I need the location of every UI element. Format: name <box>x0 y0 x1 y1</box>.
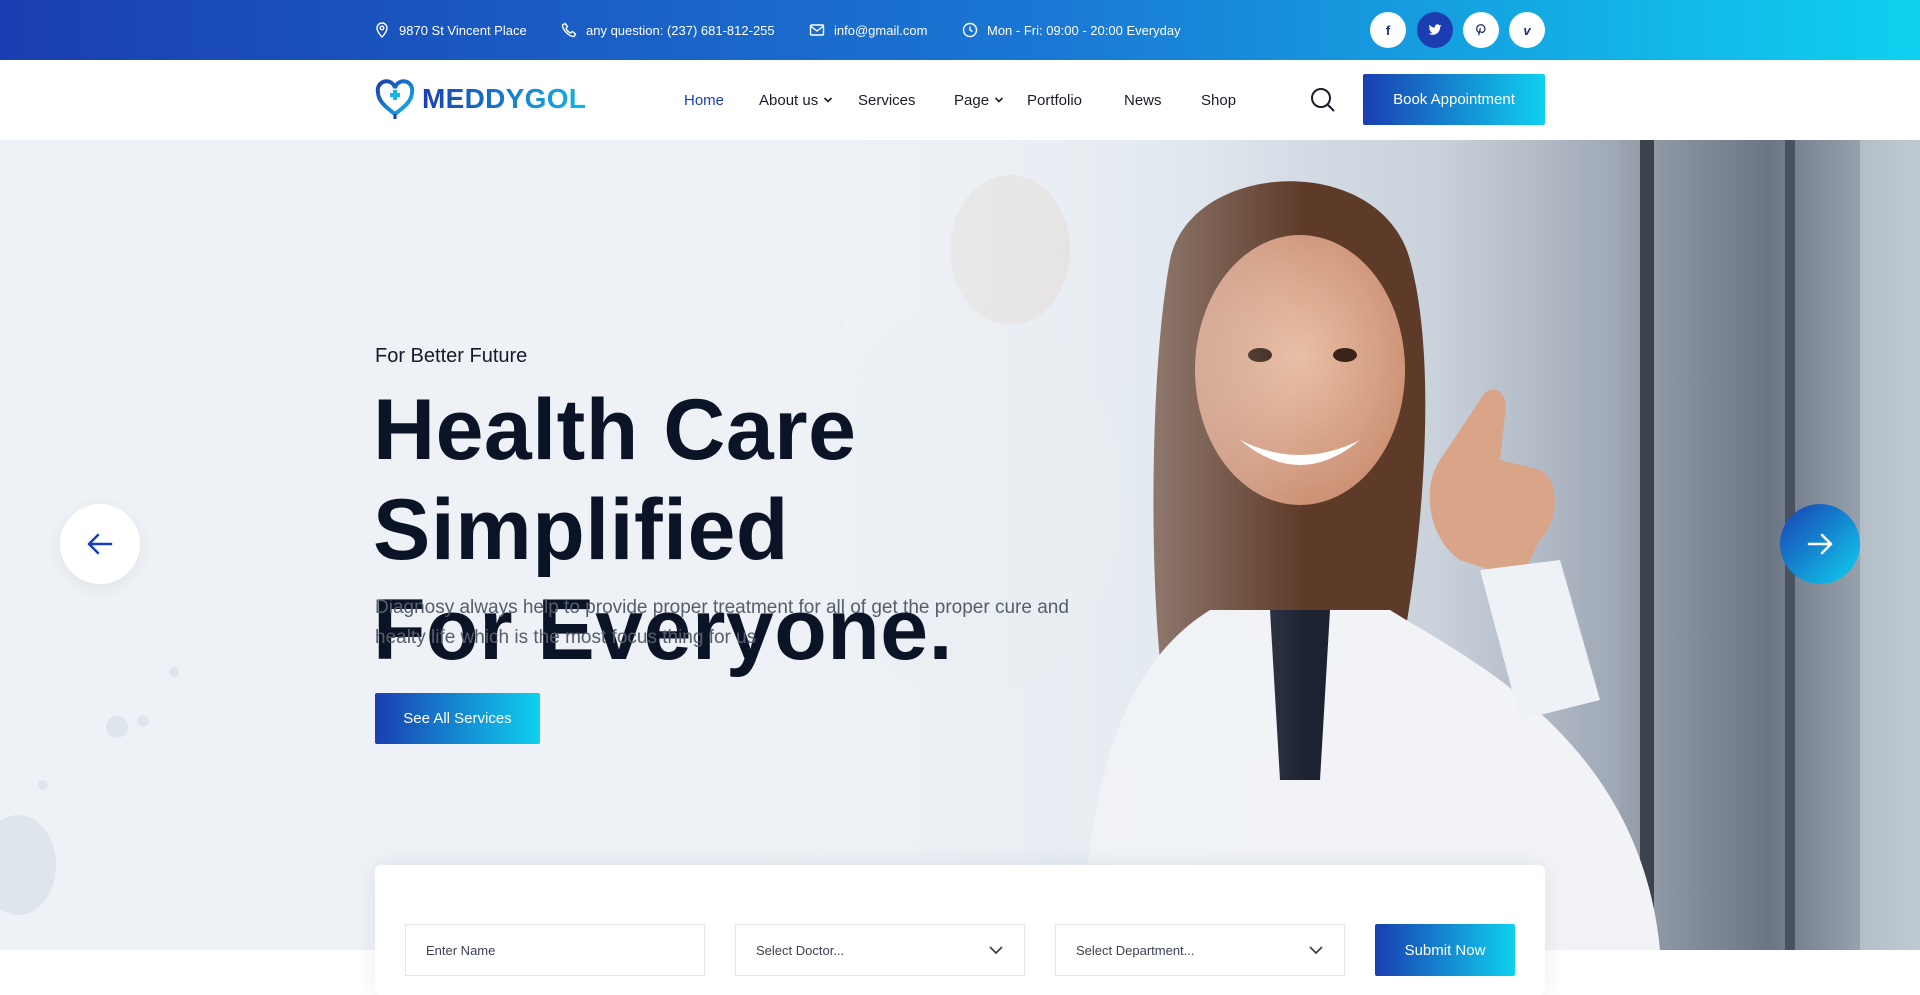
chevron-down-icon <box>989 946 1003 955</box>
hero-description: Diagnosy always help to provide proper t… <box>375 597 1069 648</box>
decorative-dot <box>137 715 149 727</box>
hours-info: Mon - Fri: 09:00 - 20:00 Everyday <box>962 0 1181 60</box>
heart-stethoscope-logo-icon <box>375 79 415 119</box>
submit-button[interactable]: Submit Now <box>1375 924 1515 976</box>
hours-text: Mon - Fri: 09:00 - 20:00 Everyday <box>987 22 1181 38</box>
nav-shop[interactable]: Shop <box>1201 60 1236 140</box>
decorative-dot <box>169 667 179 677</box>
see-all-services-button[interactable]: See All Services <box>375 693 540 744</box>
facebook-button[interactable]: f <box>1370 12 1406 48</box>
book-appointment-button[interactable]: Book Appointment <box>1363 74 1545 125</box>
search-icon <box>1311 88 1335 112</box>
main-navbar: MEDDYGOL Home About us Services Page Por… <box>0 60 1920 140</box>
chevron-down-icon <box>824 97 833 103</box>
arrow-left-icon <box>87 533 113 555</box>
nav-portfolio-label: Portfolio <box>1027 91 1083 109</box>
hero-title-line-1: Health Care Simplified <box>373 382 857 578</box>
vimeo-icon: v <box>1523 22 1531 38</box>
top-info-bar: 9870 St Vincent Place any question: (237… <box>0 0 1920 60</box>
clock-icon <box>962 22 978 38</box>
nav-services-label: Services <box>858 91 916 109</box>
decorative-dot <box>38 780 48 790</box>
brand-logo[interactable]: MEDDYGOL <box>374 78 586 120</box>
brand-name: MEDDYGOL <box>422 83 587 114</box>
arrow-right-icon <box>1807 533 1833 555</box>
chevron-down-icon <box>1309 946 1323 955</box>
phone-icon <box>561 22 577 38</box>
email-text: info@gmail.com <box>834 22 928 38</box>
slider-next-button[interactable] <box>1780 504 1860 584</box>
nav-news[interactable]: News <box>1124 60 1162 140</box>
nav-services[interactable]: Services <box>858 60 916 140</box>
nav-page-label: Page <box>954 91 990 109</box>
facebook-icon: f <box>1385 22 1391 38</box>
nav-news-label: News <box>1124 91 1162 109</box>
pinterest-button[interactable] <box>1463 12 1499 48</box>
address-text: 9870 St Vincent Place <box>399 22 527 38</box>
nav-home[interactable]: Home <box>684 60 724 140</box>
name-input[interactable]: Enter Name <box>405 924 705 976</box>
nav-about[interactable]: About us <box>759 60 833 140</box>
address-info: 9870 St Vincent Place <box>374 0 527 60</box>
nav-shop-label: Shop <box>1201 91 1237 109</box>
name-input-placeholder: Enter Name <box>426 942 496 958</box>
nav-home-label: Home <box>684 91 725 109</box>
mail-icon <box>809 24 825 36</box>
pinterest-icon <box>1476 24 1486 36</box>
twitter-icon <box>1428 24 1442 35</box>
department-select-value: Select Department... <box>1076 942 1195 958</box>
nav-about-label: About us <box>759 91 819 109</box>
decorative-dot <box>106 716 128 738</box>
department-select[interactable]: Select Department... <box>1055 924 1345 976</box>
location-pin-icon <box>376 22 388 38</box>
slider-prev-button[interactable] <box>60 504 140 584</box>
doctor-select-value: Select Doctor... <box>756 942 845 958</box>
phone-info[interactable]: any question: (237) 681-812-255 <box>561 0 775 60</box>
hero-eyebrow: For Better Future <box>375 345 528 367</box>
search-button[interactable] <box>1309 86 1337 114</box>
phone-text: any question: (237) 681-812-255 <box>586 22 775 38</box>
twitter-button[interactable] <box>1417 12 1453 48</box>
vimeo-button[interactable]: v <box>1509 12 1545 48</box>
nav-portfolio[interactable]: Portfolio <box>1027 60 1082 140</box>
nav-page[interactable]: Page <box>954 60 1004 140</box>
chevron-down-icon <box>994 97 1004 103</box>
doctor-select[interactable]: Select Doctor... <box>735 924 1025 976</box>
email-info[interactable]: info@gmail.com <box>809 0 927 60</box>
